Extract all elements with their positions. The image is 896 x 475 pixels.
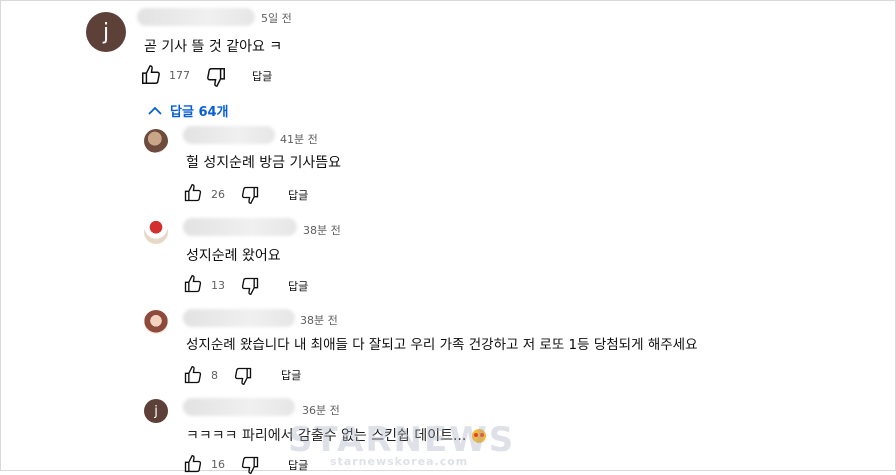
watermark-url: starnewskorea.com bbox=[330, 455, 469, 468]
comment-author-blurred[interactable] bbox=[137, 8, 255, 26]
like-count: 16 bbox=[211, 458, 225, 471]
reply-time: 38분 전 bbox=[300, 314, 338, 327]
chevron-up-icon bbox=[148, 106, 162, 116]
avatar-letter: j bbox=[102, 19, 110, 45]
like-count: 13 bbox=[211, 279, 225, 292]
reply-button[interactable]: 답글 bbox=[281, 367, 301, 383]
like-count: 26 bbox=[211, 188, 225, 201]
watermark-brand: STARNEWS bbox=[288, 420, 516, 460]
like-icon[interactable] bbox=[183, 365, 203, 385]
replies-toggle[interactable]: 답글 64개 bbox=[148, 101, 229, 120]
reply-author-blurred[interactable] bbox=[183, 126, 275, 144]
replies-toggle-label: 답글 64개 bbox=[170, 105, 229, 120]
reply-time: 36분 전 bbox=[302, 404, 340, 417]
reply-button[interactable]: 답글 bbox=[288, 278, 308, 294]
screenshot-frame bbox=[0, 0, 896, 471]
reply-avatar[interactable] bbox=[144, 310, 168, 334]
like-count: 177 bbox=[169, 69, 190, 82]
reply-text: 성지순례 왔어요 bbox=[186, 248, 281, 264]
comment-text: 곧 기사 뜰 것 같아요 ㅋ bbox=[144, 39, 283, 55]
like-icon[interactable] bbox=[183, 454, 203, 474]
dislike-icon[interactable] bbox=[240, 276, 260, 296]
like-count: 8 bbox=[211, 369, 218, 382]
reply-author-blurred[interactable] bbox=[183, 218, 297, 236]
like-icon[interactable] bbox=[183, 183, 203, 203]
dislike-icon[interactable] bbox=[240, 185, 260, 205]
reply-button[interactable]: 답글 bbox=[288, 187, 308, 203]
reply-avatar[interactable] bbox=[144, 220, 168, 244]
reply-avatar[interactable]: j bbox=[144, 399, 168, 423]
reply-author-blurred[interactable] bbox=[183, 398, 295, 416]
reply-time: 38분 전 bbox=[303, 224, 341, 237]
reply-time: 41분 전 bbox=[280, 133, 318, 146]
like-icon[interactable] bbox=[183, 274, 203, 294]
like-icon[interactable] bbox=[140, 64, 162, 86]
dislike-icon[interactable] bbox=[233, 366, 253, 386]
reply-author-blurred[interactable] bbox=[183, 309, 295, 327]
reply-text: 헐 성지순례 방금 기사뜸요 bbox=[186, 155, 342, 171]
reply-text: 성지순례 왔습니다 내 최애들 다 잘되고 우리 가족 건강하고 저 로또 1등… bbox=[186, 337, 698, 353]
dislike-icon[interactable] bbox=[240, 455, 260, 475]
reply-avatar[interactable] bbox=[144, 129, 168, 153]
comment-time: 5일 전 bbox=[261, 12, 292, 25]
reply-button[interactable]: 답글 bbox=[252, 68, 272, 84]
comment-avatar[interactable]: j bbox=[86, 12, 126, 52]
avatar-letter: j bbox=[154, 403, 158, 419]
dislike-icon[interactable] bbox=[205, 66, 227, 88]
